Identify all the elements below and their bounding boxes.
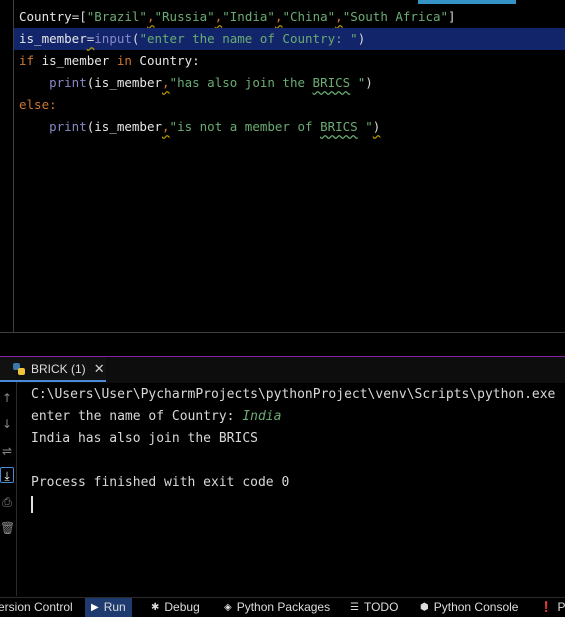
code-token: input [94, 31, 132, 46]
code-token: "enter the name of Country: " [139, 31, 358, 46]
code-token: "China" [282, 9, 336, 24]
code-token: "is not a member of [169, 119, 321, 134]
code-token: ] [448, 9, 456, 24]
code-token: "has also join the [169, 75, 313, 90]
packages-icon: ◈ [224, 602, 232, 613]
tool-run[interactable]: ▶ Run [85, 598, 132, 617]
tool-debug-label: Debug [164, 600, 200, 614]
code-token: in [116, 53, 140, 68]
code-token: BRICS [320, 119, 358, 134]
editor-tab-indicator [418, 0, 516, 4]
console-prompt: enter the name of Country: [31, 409, 243, 424]
code-token: is_member [19, 31, 87, 46]
console-exit-line: Process finished with exit code 0 [31, 475, 290, 490]
code-editor[interactable]: Country=["Brazil","Russia","India","Chin… [0, 0, 565, 356]
run-console[interactable]: C:\Users\User\PycharmProjects\pythonProj… [31, 384, 565, 516]
code-line[interactable]: else: [19, 94, 57, 116]
code-token: Country: [139, 53, 200, 68]
code-token: , [162, 75, 170, 90]
code-token: "India" [222, 9, 275, 24]
code-token: , [335, 9, 343, 24]
tool-python-packages[interactable]: ◈ Python Packages [224, 598, 330, 617]
console-command-line: C:\Users\User\PycharmProjects\pythonProj… [31, 387, 556, 402]
code-token: "Brazil" [86, 9, 147, 24]
code-token: " [350, 75, 366, 90]
tool-todo-label: TODO [363, 600, 399, 614]
editor-divider [0, 332, 565, 333]
run-toolbar: ↑ ↓ ⇌ ⤓ ⎙ 🗑 [0, 382, 17, 596]
code-token: "South Africa" [342, 9, 449, 24]
list-icon: ☰ [350, 602, 359, 613]
console-user-input: India [242, 409, 282, 424]
code-token: , [162, 119, 170, 134]
soft-wrap-icon[interactable]: ⇌ [0, 443, 14, 459]
code-line[interactable]: print(is_member,"has also join the BRICS… [19, 72, 373, 94]
tool-version-control[interactable]: ersion Control [0, 598, 73, 617]
tool-python-console[interactable]: ⬢ Python Console [420, 598, 518, 617]
editor-gutter[interactable] [0, 0, 14, 332]
console-input-line[interactable] [31, 494, 565, 516]
run-icon: ▶ [91, 602, 99, 613]
tool-python-console-label: Python Console [433, 600, 519, 614]
tool-version-control-label: ersion Control [0, 600, 73, 614]
tool-window-bar: ersion Control ▶ Run ✱ Debug ◈ Python Pa… [0, 597, 565, 617]
code-token: " [357, 119, 373, 134]
code-line[interactable]: if is_member in Country: [19, 50, 200, 72]
tool-problems[interactable]: ❗ Pr [540, 598, 565, 617]
tool-debug[interactable]: ✱ Debug [151, 598, 200, 617]
code-token: else: [19, 97, 57, 112]
tool-run-label: Run [103, 600, 126, 614]
tool-problems-label: Pr [557, 600, 565, 614]
code-token: ) [372, 119, 381, 134]
code-token: is_member [41, 53, 117, 68]
python-icon [13, 362, 25, 375]
console-output-line: India has also join the BRICS [31, 431, 258, 446]
code-token: [ [79, 9, 87, 24]
problems-icon: ❗ [540, 602, 553, 613]
scroll-to-end-icon[interactable]: ⤓ [0, 467, 14, 483]
code-token: (is_member [86, 119, 163, 134]
code-line[interactable]: Country=["Brazil","Russia","India","Chin… [19, 6, 456, 28]
code-line[interactable]: is_member=input("enter the name of Count… [14, 28, 565, 50]
code-token: ) [365, 75, 373, 90]
code-token: ) [357, 31, 366, 46]
print-icon[interactable]: ⎙ [0, 494, 14, 510]
bug-icon: ✱ [151, 602, 160, 613]
code-token: (is_member [86, 75, 163, 90]
code-token: BRICS [312, 75, 351, 90]
text-caret [31, 496, 33, 513]
arrow-down-icon[interactable]: ↓ [0, 416, 14, 432]
run-panel-header: BRICK (1) ✕ [0, 356, 565, 383]
code-token: "Russia" [154, 9, 215, 24]
code-token: print [49, 119, 87, 134]
trash-icon[interactable]: 🗑 [0, 520, 15, 536]
close-icon[interactable]: ✕ [94, 361, 105, 377]
run-tab-label: BRICK (1) [31, 361, 86, 376]
code-line[interactable]: print(is_member,"is not a member of BRIC… [19, 116, 380, 138]
tool-todo[interactable]: ☰ TODO [350, 598, 398, 617]
python-console-icon: ⬢ [420, 602, 429, 613]
arrow-up-icon[interactable]: ↑ [0, 390, 14, 406]
code-token: Country [19, 9, 72, 24]
code-token: print [49, 75, 87, 90]
tab-run-brick[interactable]: BRICK (1) ✕ [0, 357, 106, 382]
code-token: , [146, 9, 155, 24]
console-prompt-line: enter the name of Country: India [31, 406, 565, 428]
code-token: if [19, 53, 42, 68]
tool-python-packages-label: Python Packages [236, 600, 331, 614]
